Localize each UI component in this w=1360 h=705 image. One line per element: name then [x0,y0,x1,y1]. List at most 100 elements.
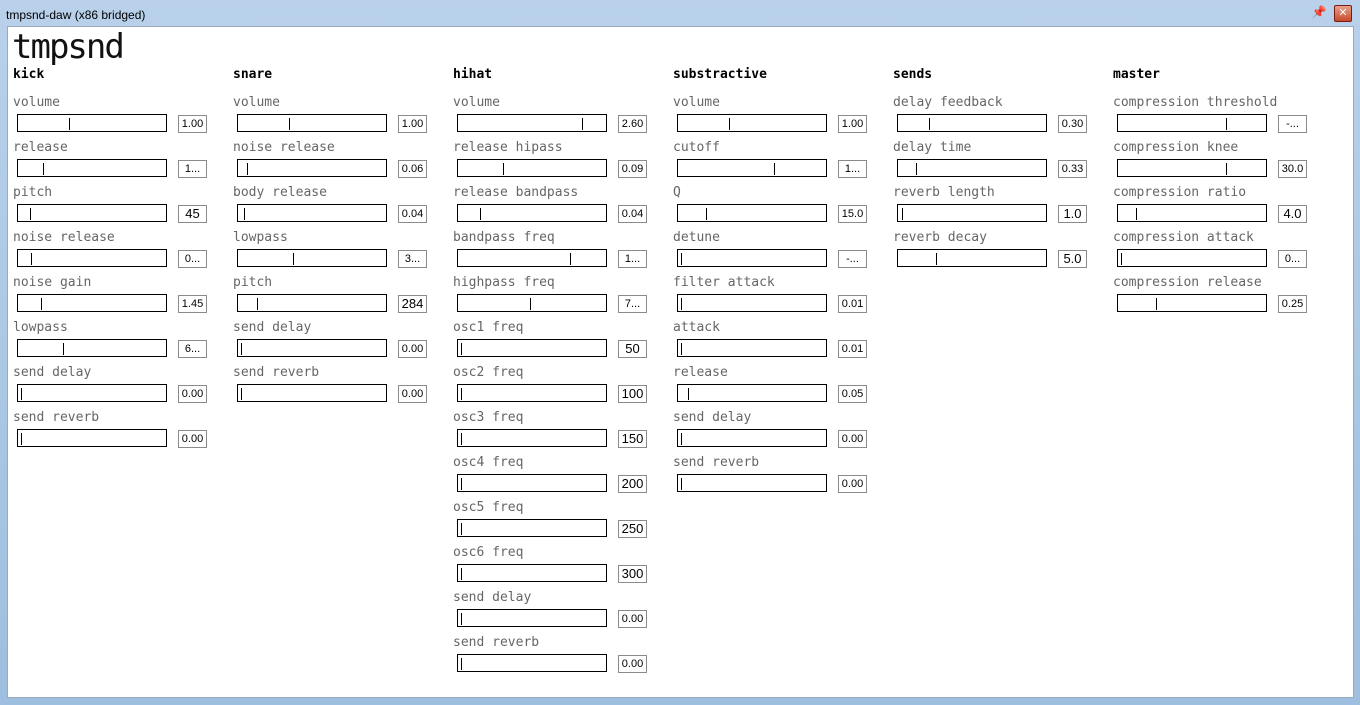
release-hipass-slider[interactable] [457,159,607,177]
lowpass-slider[interactable] [17,339,167,357]
osc3-freq-value[interactable]: 150 [618,430,647,448]
slider-thumb[interactable] [289,118,290,130]
close-button[interactable]: ✕ [1334,5,1352,22]
send-delay-value[interactable]: 0.00 [838,430,867,448]
delay-feedback-slider[interactable] [897,114,1047,132]
slider-thumb[interactable] [461,433,462,445]
volume-value[interactable]: 1.00 [838,115,867,133]
slider-thumb[interactable] [461,658,462,670]
slider-thumb[interactable] [247,163,248,175]
osc5-freq-value[interactable]: 250 [618,520,647,538]
slider-thumb[interactable] [461,388,462,400]
compression-threshold-slider[interactable] [1117,114,1267,132]
slider-thumb[interactable] [774,163,775,175]
release-bandpass-slider[interactable] [457,204,607,222]
delay-time-slider[interactable] [897,159,1047,177]
slider-thumb[interactable] [241,388,242,400]
filter-attack-slider[interactable] [677,294,827,312]
slider-thumb[interactable] [929,118,930,130]
noise-release-slider[interactable] [17,249,167,267]
send-delay-slider[interactable] [457,609,607,627]
compression-ratio-value[interactable]: 4.0 [1278,205,1307,223]
cutoff-slider[interactable] [677,159,827,177]
send-delay-slider[interactable] [237,339,387,357]
delay-time-value[interactable]: 0.33 [1058,160,1087,178]
send-delay-slider[interactable] [17,384,167,402]
slider-thumb[interactable] [530,298,531,310]
slider-thumb[interactable] [257,298,258,310]
q-value[interactable]: 15.0 [838,205,867,223]
slider-thumb[interactable] [681,343,682,355]
send-reverb-value[interactable]: 0.00 [618,655,647,673]
slider-thumb[interactable] [729,118,730,130]
send-reverb-slider[interactable] [457,654,607,672]
slider-thumb[interactable] [30,208,31,220]
slider-thumb[interactable] [69,118,70,130]
release-bandpass-value[interactable]: 0.04 [618,205,647,223]
slider-thumb[interactable] [31,253,32,265]
slider-thumb[interactable] [681,253,682,265]
body-release-slider[interactable] [237,204,387,222]
send-delay-value[interactable]: 0.00 [398,340,427,358]
slider-thumb[interactable] [21,433,22,445]
noise-release-slider[interactable] [237,159,387,177]
send-reverb-value[interactable]: 0.00 [838,475,867,493]
slider-thumb[interactable] [1156,298,1157,310]
reverb-length-slider[interactable] [897,204,1047,222]
osc2-freq-slider[interactable] [457,384,607,402]
slider-thumb[interactable] [244,208,245,220]
volume-slider[interactable] [677,114,827,132]
send-reverb-slider[interactable] [677,474,827,492]
send-reverb-slider[interactable] [237,384,387,402]
slider-thumb[interactable] [503,163,504,175]
slider-thumb[interactable] [41,298,42,310]
volume-value[interactable]: 2.60 [618,115,647,133]
compression-release-value[interactable]: 0.25 [1278,295,1307,313]
slider-thumb[interactable] [461,523,462,535]
send-reverb-value[interactable]: 0.00 [178,430,207,448]
highpass-freq-slider[interactable] [457,294,607,312]
slider-thumb[interactable] [681,298,682,310]
reverb-decay-value[interactable]: 5.0 [1058,250,1087,268]
slider-thumb[interactable] [688,388,689,400]
slider-thumb[interactable] [681,478,682,490]
slider-thumb[interactable] [936,253,937,265]
release-hipass-value[interactable]: 0.09 [618,160,647,178]
slider-thumb[interactable] [43,163,44,175]
noise-gain-value[interactable]: 1.45 [178,295,207,313]
slider-thumb[interactable] [582,118,583,130]
slider-thumb[interactable] [293,253,294,265]
lowpass-value[interactable]: 3... [398,250,427,268]
slider-thumb[interactable] [63,343,64,355]
send-reverb-value[interactable]: 0.00 [398,385,427,403]
slider-thumb[interactable] [480,208,481,220]
slider-thumb[interactable] [902,208,903,220]
slider-thumb[interactable] [461,343,462,355]
slider-thumb[interactable] [706,208,707,220]
volume-slider[interactable] [17,114,167,132]
release-value[interactable]: 1... [178,160,207,178]
release-slider[interactable] [17,159,167,177]
slider-thumb[interactable] [241,343,242,355]
pitch-slider[interactable] [237,294,387,312]
cutoff-value[interactable]: 1... [838,160,867,178]
detune-value[interactable]: -... [838,250,867,268]
filter-attack-value[interactable]: 0.01 [838,295,867,313]
q-slider[interactable] [677,204,827,222]
pitch-slider[interactable] [17,204,167,222]
attack-value[interactable]: 0.01 [838,340,867,358]
attack-slider[interactable] [677,339,827,357]
slider-thumb[interactable] [681,433,682,445]
pitch-value[interactable]: 45 [178,205,207,223]
reverb-length-value[interactable]: 1.0 [1058,205,1087,223]
osc2-freq-value[interactable]: 100 [618,385,647,403]
volume-slider[interactable] [237,114,387,132]
osc4-freq-slider[interactable] [457,474,607,492]
slider-thumb[interactable] [916,163,917,175]
slider-thumb[interactable] [1136,208,1137,220]
send-reverb-slider[interactable] [17,429,167,447]
osc1-freq-value[interactable]: 50 [618,340,647,358]
delay-feedback-value[interactable]: 0.30 [1058,115,1087,133]
compression-threshold-value[interactable]: -... [1278,115,1307,133]
lowpass-value[interactable]: 6... [178,340,207,358]
